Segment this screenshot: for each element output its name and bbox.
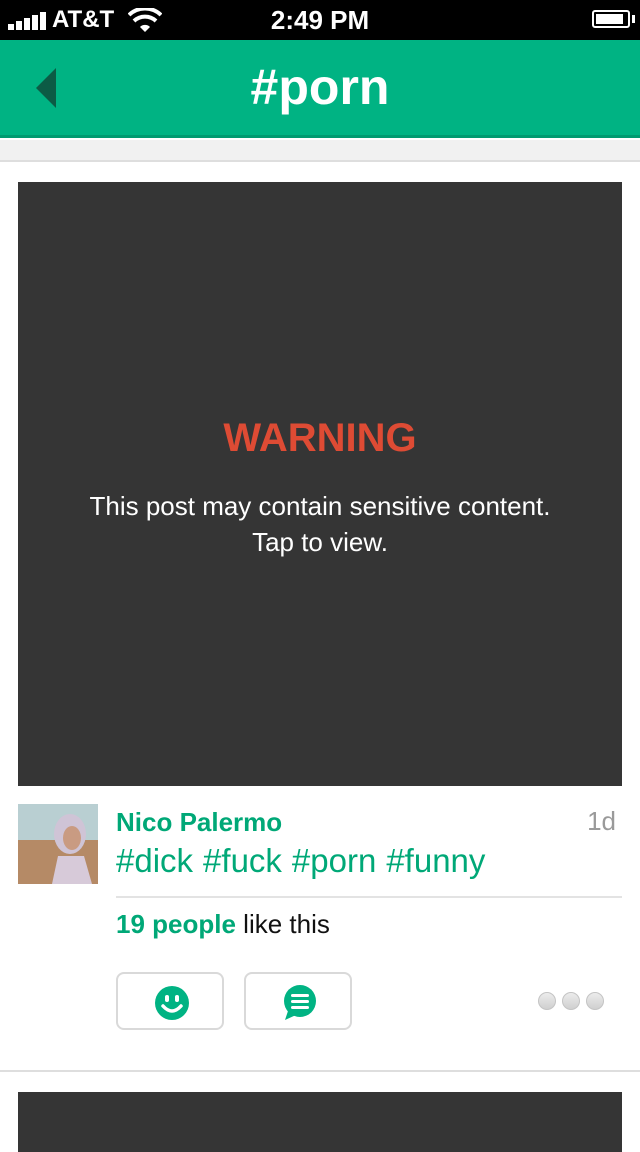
- like-button[interactable]: [116, 972, 224, 1030]
- post-time: 1d: [587, 806, 616, 836]
- feed-top-divider: [0, 140, 640, 162]
- battery-fill: [596, 14, 623, 24]
- avatar[interactable]: [18, 804, 98, 884]
- more-options-button[interactable]: [536, 990, 606, 1014]
- sensitive-content-overlay[interactable]: WARNING This post may contain sensitive …: [18, 182, 622, 786]
- comment-bubble-icon: [284, 985, 316, 1020]
- next-post-media[interactable]: [18, 1092, 622, 1152]
- likes-summary: 19 people like this: [116, 909, 330, 940]
- status-time: 2:49 PM: [270, 5, 370, 35]
- more-dot: [538, 992, 556, 1010]
- more-dot: [586, 992, 604, 1010]
- tag-link[interactable]: #dick: [116, 842, 193, 879]
- tag-link[interactable]: #porn: [292, 842, 376, 879]
- warning-text: This post may contain sensitive content.…: [48, 488, 592, 560]
- comment-button[interactable]: [244, 972, 352, 1030]
- warning-line-1: This post may contain sensitive content.: [89, 491, 551, 521]
- battery-icon: [592, 10, 630, 28]
- likes-suffix: like this: [235, 909, 330, 939]
- smiley-icon: [155, 986, 189, 1020]
- post-tags: #dick #fuck #porn #funny: [116, 842, 495, 880]
- post-bottom-divider: [0, 1070, 640, 1072]
- avatar-photo: [18, 804, 98, 884]
- tag-link[interactable]: #funny: [386, 842, 485, 879]
- nav-bar: #porn: [0, 40, 640, 138]
- status-bar: AT&T 2:49 PM: [0, 0, 640, 40]
- page-title: #porn: [250, 59, 390, 115]
- tag-link[interactable]: #fuck: [203, 842, 282, 879]
- post-author[interactable]: Nico Palermo: [116, 807, 282, 838]
- post-separator: [116, 896, 622, 898]
- warning-title: WARNING: [223, 416, 417, 460]
- likes-count-link[interactable]: 19 people: [116, 909, 236, 939]
- warning-line-2: Tap to view.: [252, 527, 388, 557]
- more-dot: [562, 992, 580, 1010]
- battery-tip: [632, 15, 635, 23]
